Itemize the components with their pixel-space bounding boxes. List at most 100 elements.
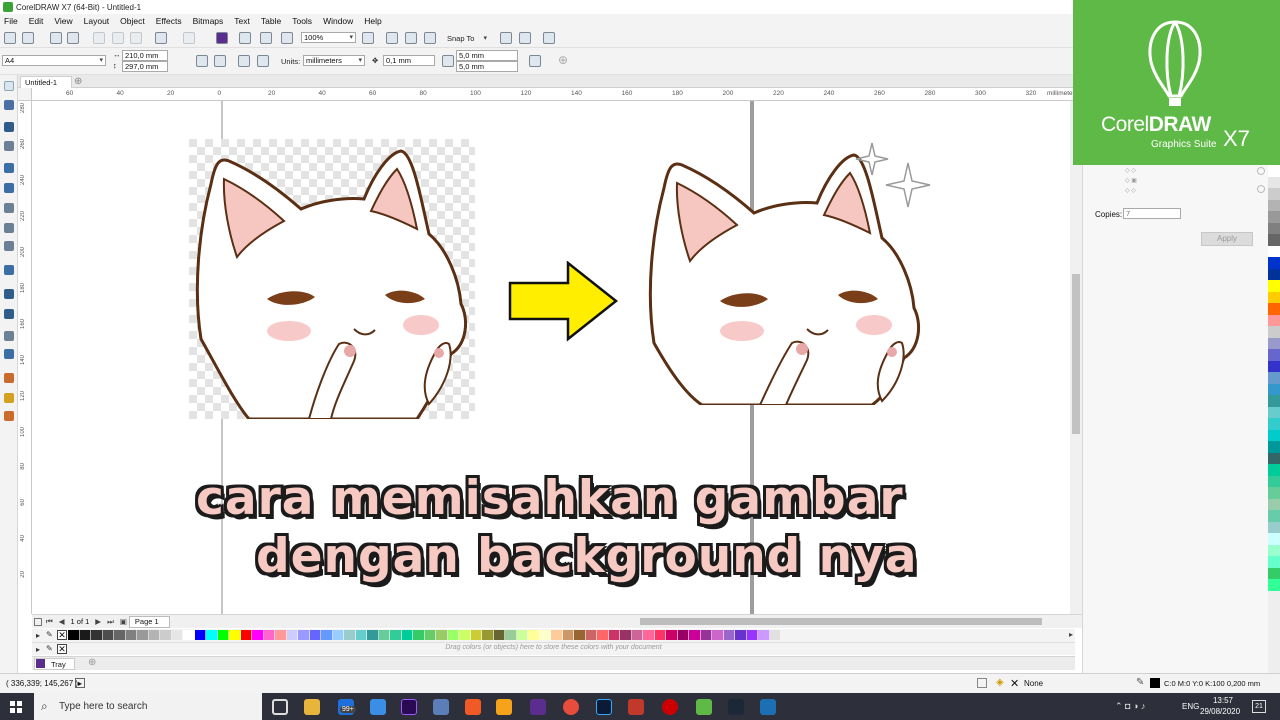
color-swatch[interactable] <box>378 630 390 640</box>
color-swatch[interactable] <box>298 630 310 640</box>
color-swatch[interactable] <box>735 630 747 640</box>
color-swatch[interactable] <box>1268 521 1280 533</box>
apply-button[interactable]: Apply <box>1201 232 1253 246</box>
document-color-settings-icon[interactable] <box>977 678 987 688</box>
units-select[interactable]: millimeters <box>303 55 365 66</box>
color-swatch[interactable] <box>332 630 344 640</box>
color-swatch[interactable] <box>1268 314 1280 326</box>
print-icon[interactable] <box>67 32 79 44</box>
color-swatch[interactable] <box>1268 567 1280 579</box>
taskbar-search-box[interactable]: ⌕ Type here to search <box>34 693 262 720</box>
color-swatch[interactable] <box>1268 291 1280 303</box>
color-tray[interactable]: ▸ ✎ ✕ Drag colors (or objects) here to s… <box>32 642 1075 655</box>
cut-icon[interactable] <box>93 32 105 44</box>
premiere-pro-icon[interactable] <box>401 699 417 715</box>
steam-icon[interactable] <box>728 699 744 715</box>
paint-icon[interactable] <box>433 699 449 715</box>
color-swatch[interactable] <box>447 630 459 640</box>
zoom-tool-icon[interactable] <box>4 141 14 151</box>
search-content-icon[interactable] <box>216 32 228 44</box>
show-guidelines-icon[interactable] <box>424 32 436 44</box>
color-swatch[interactable] <box>68 630 80 640</box>
color-swatch[interactable] <box>1268 475 1280 487</box>
add-icon[interactable]: ⊕ <box>558 53 568 67</box>
color-swatch[interactable] <box>666 630 678 640</box>
duplicate-y-field[interactable]: 5,0 mm <box>456 61 518 72</box>
fill-bucket-icon[interactable]: ◈ <box>996 677 1004 688</box>
color-swatch[interactable] <box>1268 464 1280 476</box>
first-page-icon[interactable]: ⏮ <box>46 617 53 627</box>
page-tab[interactable]: Page 1 <box>128 615 170 628</box>
color-swatch[interactable] <box>1268 510 1280 522</box>
color-swatch[interactable] <box>1268 188 1280 200</box>
menu-text[interactable]: Text <box>234 16 250 26</box>
system-tray-icons[interactable]: ⌃ ◘ ◑ ♪ <box>1115 701 1145 712</box>
parallel-dimension-tool-icon[interactable] <box>4 289 14 299</box>
full-screen-preview-icon[interactable] <box>362 32 374 44</box>
color-swatch[interactable] <box>1268 176 1280 188</box>
redo-icon[interactable] <box>183 32 195 44</box>
freehand-tool-icon[interactable] <box>4 163 14 173</box>
color-swatch[interactable] <box>1268 165 1280 177</box>
color-swatch[interactable] <box>79 630 91 640</box>
palette-arrow-icon[interactable]: ▸ <box>36 631 40 640</box>
snap-to-dropdown[interactable]: Snap To <box>447 34 489 43</box>
color-swatch[interactable] <box>114 630 126 640</box>
page-options-icon[interactable] <box>34 617 42 626</box>
color-swatch[interactable] <box>620 630 632 640</box>
color-swatch[interactable] <box>390 630 402 640</box>
color-swatch[interactable] <box>654 630 666 640</box>
color-swatch[interactable] <box>1268 487 1280 499</box>
clock-time[interactable]: 13:57 <box>1208 696 1238 705</box>
photos-icon[interactable] <box>760 699 776 715</box>
default-color-palette[interactable] <box>1268 165 1280 673</box>
color-swatch[interactable] <box>286 630 298 640</box>
color-swatch[interactable] <box>1268 337 1280 349</box>
menu-window[interactable]: Window <box>323 16 353 26</box>
export-icon[interactable] <box>260 32 272 44</box>
vertical-ruler[interactable]: 280 260 240 220 200 180 160 140 120 100 80 60 40 20 <box>18 101 32 614</box>
color-swatch[interactable] <box>562 630 574 640</box>
transparency-tool-icon[interactable] <box>4 349 14 359</box>
color-swatch[interactable] <box>574 630 586 640</box>
file-explorer-icon[interactable] <box>304 699 320 715</box>
color-swatch[interactable] <box>424 630 436 640</box>
menu-help[interactable]: Help <box>364 16 381 26</box>
color-swatch[interactable] <box>723 630 735 640</box>
color-swatch[interactable] <box>1268 222 1280 234</box>
ruler-corner[interactable] <box>18 88 32 101</box>
color-swatch[interactable] <box>643 630 655 640</box>
menu-table[interactable]: Table <box>261 16 281 26</box>
color-swatch[interactable] <box>1268 406 1280 418</box>
rectangle-tool-icon[interactable] <box>4 203 14 213</box>
smart-fill-tool-icon[interactable] <box>4 411 14 421</box>
color-swatch[interactable] <box>1268 395 1280 407</box>
menu-edit[interactable]: Edit <box>29 16 44 26</box>
publish-pdf-icon[interactable] <box>281 32 293 44</box>
color-swatch[interactable] <box>355 630 367 640</box>
menu-file[interactable]: File <box>4 16 18 26</box>
color-swatch[interactable] <box>631 630 643 640</box>
menu-effects[interactable]: Effects <box>156 16 182 26</box>
current-page-icon[interactable] <box>257 55 269 67</box>
color-swatch[interactable] <box>413 630 425 640</box>
color-swatch[interactable] <box>1268 533 1280 545</box>
color-swatch[interactable] <box>252 630 264 640</box>
application-launcher-icon[interactable] <box>519 32 531 44</box>
copies-field[interactable]: 7 <box>1123 208 1181 219</box>
fl-studio-icon[interactable] <box>628 699 644 715</box>
color-swatch[interactable] <box>689 630 701 640</box>
color-swatch[interactable] <box>1268 234 1280 246</box>
menu-bitmaps[interactable]: Bitmaps <box>193 16 224 26</box>
color-swatch[interactable] <box>194 630 206 640</box>
ellipse-tool-icon[interactable] <box>4 223 14 233</box>
page-width-field[interactable]: 210,0 mm <box>122 50 168 61</box>
paste-icon[interactable] <box>130 32 142 44</box>
color-swatch[interactable] <box>263 630 275 640</box>
color-swatches[interactable] <box>68 630 781 640</box>
drop-shadow-tool-icon[interactable] <box>4 331 14 341</box>
color-swatch[interactable] <box>597 630 609 640</box>
task-view-icon[interactable] <box>272 699 288 715</box>
color-swatch[interactable] <box>1268 579 1280 591</box>
show-grid-icon[interactable] <box>405 32 417 44</box>
